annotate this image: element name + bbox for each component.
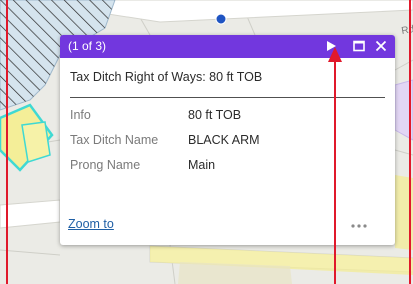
attribute-value: 80 ft TOB	[188, 108, 242, 122]
map-viewer: Rd (1 of 3) Tax Ditch Right of Ways: 80 …	[0, 0, 413, 284]
play-next-icon[interactable]	[324, 39, 338, 53]
ellipsis-icon[interactable]	[348, 219, 370, 231]
feature-popup: (1 of 3) Tax Ditch Right of Ways: 80 ft …	[60, 35, 395, 245]
title-divider	[70, 97, 385, 98]
attribute-value: Main	[188, 158, 216, 172]
road-label: Rd	[401, 24, 413, 37]
attribute-value: BLACK ARM	[188, 133, 260, 147]
attribute-key: Tax Ditch Name	[70, 133, 159, 147]
popup-header: (1 of 3)	[60, 35, 395, 58]
zoom-to-link[interactable]: Zoom to	[68, 217, 114, 231]
attribute-key: Prong Name	[70, 158, 141, 172]
close-icon[interactable]	[374, 39, 388, 53]
attribute-row: Prong Name Main	[70, 158, 385, 176]
attribute-row: Info 80 ft TOB	[70, 108, 385, 126]
attribute-key: Info	[70, 108, 91, 122]
maximize-icon[interactable]	[352, 39, 366, 53]
attribute-row: Tax Ditch Name BLACK ARM	[70, 133, 385, 151]
popup-title: Tax Ditch Right of Ways: 80 ft TOB	[70, 70, 263, 84]
feature-counter: (1 of 3)	[68, 39, 107, 53]
map-point-marker[interactable]	[215, 13, 227, 25]
